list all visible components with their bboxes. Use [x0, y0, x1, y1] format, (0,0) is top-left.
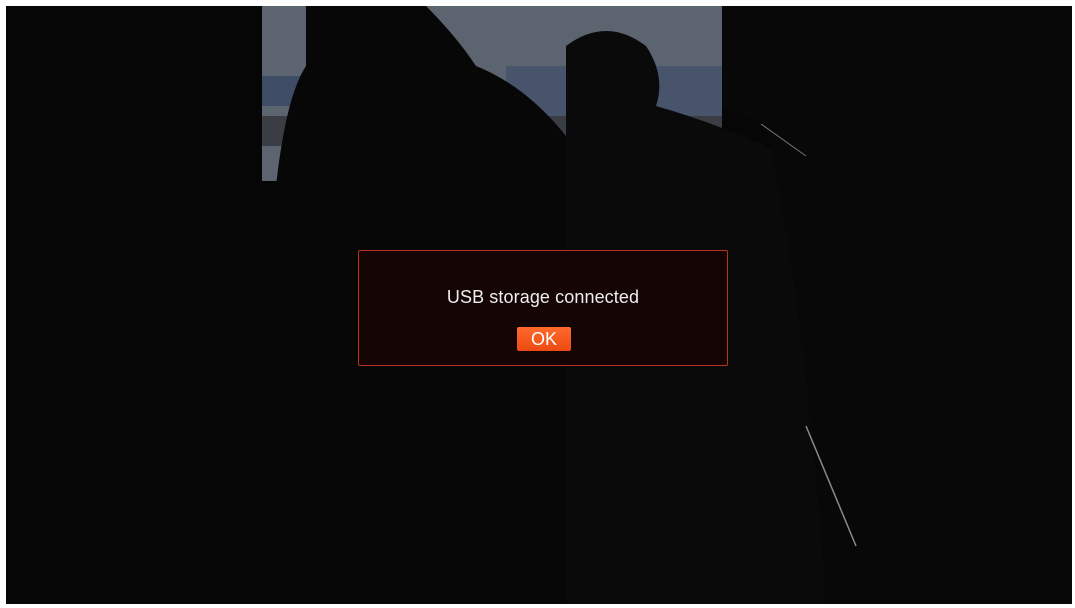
usb-connected-dialog: USB storage connected OK [358, 250, 728, 366]
ok-button[interactable]: OK [517, 327, 571, 351]
dialog-message: USB storage connected [446, 287, 640, 307]
tv-screen: USB storage connected OK [6, 6, 1072, 604]
